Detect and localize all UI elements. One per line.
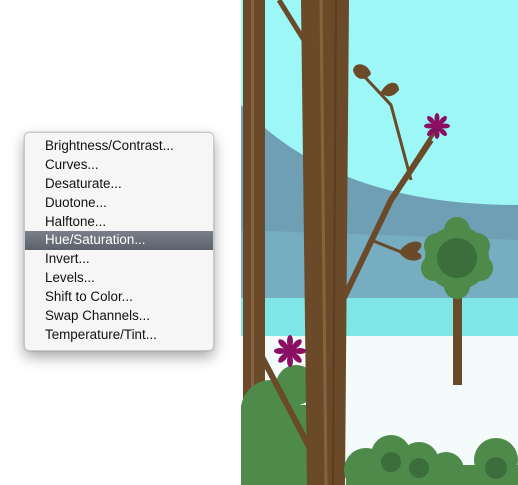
menu-item-levels[interactable]: Levels... <box>25 269 213 288</box>
adjustments-context-menu: Brightness/Contrast... Curves... Desaturat… <box>24 132 214 351</box>
small-tree-trunk <box>453 285 462 385</box>
illustration <box>241 0 518 485</box>
flower-icon <box>424 113 450 139</box>
image-canvas[interactable] <box>241 0 518 485</box>
menu-item-brightness-contrast[interactable]: Brightness/Contrast... <box>25 137 213 156</box>
lake <box>241 298 518 338</box>
menu-item-shift-to-color[interactable]: Shift to Color... <box>25 288 213 307</box>
menu-item-desaturate[interactable]: Desaturate... <box>25 175 213 194</box>
menu-item-invert[interactable]: Invert... <box>25 250 213 269</box>
menu-item-halftone[interactable]: Halftone... <box>25 213 213 232</box>
menu-item-curves[interactable]: Curves... <box>25 156 213 175</box>
menu-item-temperature-tint[interactable]: Temperature/Tint... <box>25 326 213 345</box>
menu-item-duotone[interactable]: Duotone... <box>25 194 213 213</box>
flower-icon <box>274 335 306 367</box>
menu-item-hue-saturation[interactable]: Hue/Saturation... <box>25 231 213 251</box>
menu-item-swap-channels[interactable]: Swap Channels... <box>25 307 213 326</box>
